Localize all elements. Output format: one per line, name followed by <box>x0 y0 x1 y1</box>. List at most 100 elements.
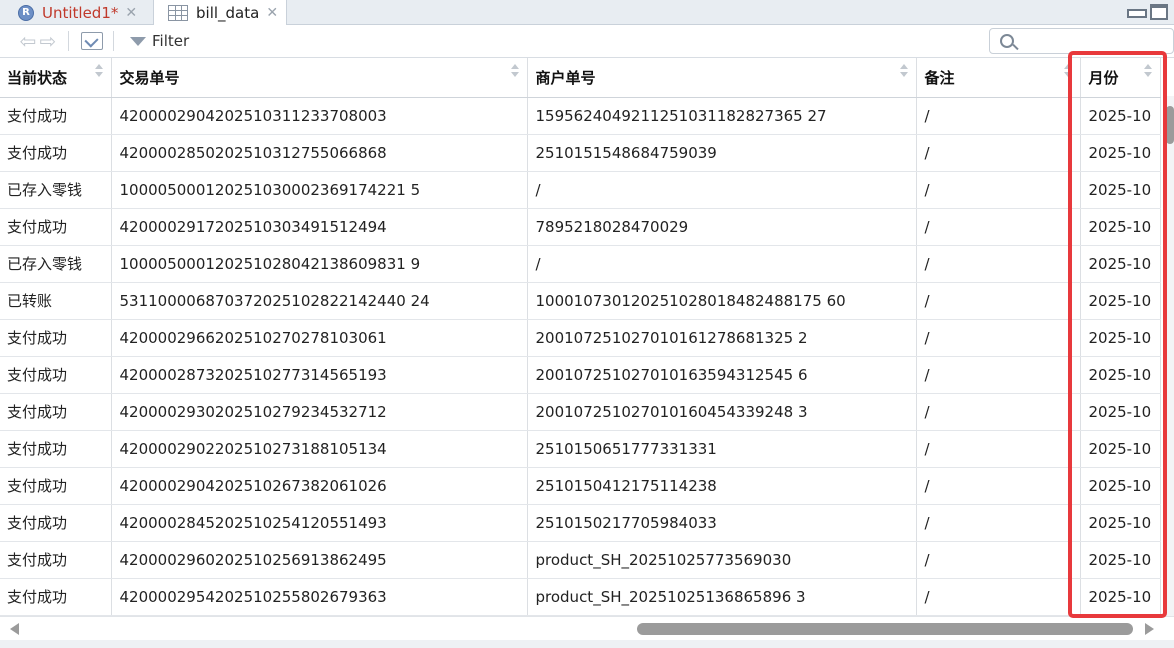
cell-status[interactable]: 支付成功 <box>0 430 112 468</box>
column-header-merchant-id[interactable]: 商户单号 <box>527 58 917 98</box>
back-arrow-icon[interactable]: ⇦ <box>18 29 38 53</box>
cell-merchant-id[interactable]: 1595624049211251031182827365 27 <box>527 97 917 135</box>
close-icon[interactable]: ✕ <box>125 5 137 21</box>
cell-transaction-id[interactable]: 100005000120251030002369174221 5 <box>111 171 528 209</box>
table-row[interactable]: 支付成功 4200002904202510267382061026 25101504… <box>0 467 1161 505</box>
cell-month[interactable]: 2025-10 <box>1080 393 1161 431</box>
table-row[interactable]: 支付成功 4200002845202510254120551493 25101502… <box>0 504 1161 542</box>
cell-transaction-id[interactable]: 100005000120251028042138609831 9 <box>111 245 528 283</box>
cell-month[interactable]: 2025-10 <box>1080 541 1161 579</box>
table-row[interactable]: 支付成功 4200002850202510312755066868 25101515… <box>0 134 1161 172</box>
cell-month[interactable]: 2025-10 <box>1080 208 1161 246</box>
cell-status[interactable]: 支付成功 <box>0 208 112 246</box>
cell-transaction-id[interactable]: 4200002845202510254120551493 <box>111 504 528 542</box>
cell-status[interactable]: 支付成功 <box>0 319 112 357</box>
vertical-scrollbar-thumb[interactable] <box>1166 106 1174 144</box>
horizontal-scrollbar[interactable] <box>0 616 1174 640</box>
cell-merchant-id[interactable]: / <box>527 171 917 209</box>
column-header-note[interactable]: 备注 <box>916 58 1081 98</box>
cell-status[interactable]: 已存入零钱 <box>0 245 112 283</box>
table-row[interactable]: 支付成功 4200002902202510273188105134 25101506… <box>0 430 1161 468</box>
cell-note[interactable]: / <box>916 356 1081 394</box>
cell-month[interactable]: 2025-10 <box>1080 504 1161 542</box>
cell-merchant-id[interactable]: 7895218028470029 <box>527 208 917 246</box>
horizontal-scrollbar-thumb[interactable] <box>637 623 1133 635</box>
cell-merchant-id[interactable]: 100010730120251028018482488175 60 <box>527 282 917 320</box>
forward-arrow-icon[interactable]: ⇨ <box>38 29 58 53</box>
table-row[interactable]: 支付成功 4200002873202510277314565193 20010725… <box>0 356 1161 394</box>
cell-transaction-id[interactable]: 4200002930202510279234532712 <box>111 393 528 431</box>
cell-month[interactable]: 2025-10 <box>1080 430 1161 468</box>
sort-icon[interactable] <box>1063 64 1072 78</box>
maximize-pane-icon[interactable] <box>1150 4 1168 20</box>
cell-note[interactable]: / <box>916 319 1081 357</box>
minimize-pane-icon[interactable] <box>1126 4 1147 20</box>
cell-transaction-id[interactable]: 4200002917202510303491512494 <box>111 208 528 246</box>
cell-month[interactable]: 2025-10 <box>1080 356 1161 394</box>
cell-note[interactable]: / <box>916 245 1081 283</box>
search-input[interactable] <box>1022 31 1167 51</box>
cell-status[interactable]: 支付成功 <box>0 356 112 394</box>
scroll-left-arrow-icon[interactable] <box>10 623 19 635</box>
cell-note[interactable]: / <box>916 282 1081 320</box>
cell-status[interactable]: 支付成功 <box>0 541 112 579</box>
cell-note[interactable]: / <box>916 541 1081 579</box>
close-icon[interactable]: ✕ <box>266 5 278 21</box>
table-row[interactable]: 支付成功 4200002966202510270278103061 20010725… <box>0 319 1161 357</box>
cell-status[interactable]: 支付成功 <box>0 578 112 616</box>
cell-note[interactable]: / <box>916 578 1081 616</box>
sort-icon[interactable] <box>1143 64 1152 78</box>
cell-merchant-id[interactable]: 2510150651777331331 <box>527 430 917 468</box>
filter-button[interactable]: Filter <box>130 32 189 50</box>
scroll-right-arrow-icon[interactable] <box>1145 623 1154 635</box>
cell-month[interactable]: 2025-10 <box>1080 578 1161 616</box>
table-row[interactable]: 已存入零钱 100005000120251028042138609831 9//2… <box>0 245 1161 283</box>
cell-month[interactable]: 2025-10 <box>1080 282 1161 320</box>
cell-month[interactable]: 2025-10 <box>1080 97 1161 135</box>
cell-status[interactable]: 支付成功 <box>0 393 112 431</box>
tab-bill-data[interactable]: bill_data ✕ <box>153 0 287 26</box>
cell-merchant-id[interactable]: 2510150217705984033 <box>527 504 917 542</box>
cell-note[interactable]: / <box>916 430 1081 468</box>
cell-transaction-id[interactable]: 4200002902202510273188105134 <box>111 430 528 468</box>
cell-month[interactable]: 2025-10 <box>1080 171 1161 209</box>
cell-note[interactable]: / <box>916 504 1081 542</box>
cell-transaction-id[interactable]: 4200002954202510255802679363 <box>111 578 528 616</box>
cell-note[interactable]: / <box>916 97 1081 135</box>
cell-merchant-id[interactable]: 2510151548684759039 <box>527 134 917 172</box>
cell-month[interactable]: 2025-10 <box>1080 134 1161 172</box>
cell-status[interactable]: 已存入零钱 <box>0 171 112 209</box>
cell-merchant-id[interactable]: 200107251027010160454339248 3 <box>527 393 917 431</box>
table-row[interactable]: 已存入零钱 100005000120251030002369174221 5//2… <box>0 171 1161 209</box>
cell-merchant-id[interactable]: product_SH_20251025136865896 3 <box>527 578 917 616</box>
cell-transaction-id[interactable]: 4200002850202510312755066868 <box>111 134 528 172</box>
table-row[interactable]: 支付成功 4200002960202510256913862495 product_… <box>0 541 1161 579</box>
cell-transaction-id[interactable]: 4200002960202510256913862495 <box>111 541 528 579</box>
table-row[interactable]: 支付成功 4200002930202510279234532712 20010725… <box>0 393 1161 431</box>
cell-month[interactable]: 2025-10 <box>1080 245 1161 283</box>
table-row[interactable]: 支付成功 4200002904202510311233708003 15956240… <box>0 97 1161 135</box>
cell-transaction-id[interactable]: 4200002873202510277314565193 <box>111 356 528 394</box>
show-in-new-window-icon[interactable] <box>81 32 103 50</box>
cell-status[interactable]: 支付成功 <box>0 467 112 505</box>
table-row[interactable]: 支付成功 4200002917202510303491512494 78952180… <box>0 208 1161 246</box>
cell-merchant-id[interactable]: / <box>527 245 917 283</box>
column-header-transaction-id[interactable]: 交易单号 <box>111 58 528 98</box>
cell-transaction-id[interactable]: 4200002904202510267382061026 <box>111 467 528 505</box>
cell-note[interactable]: / <box>916 393 1081 431</box>
column-header-status[interactable]: 当前状态 <box>0 58 112 98</box>
cell-transaction-id[interactable]: 4200002904202510311233708003 <box>111 97 528 135</box>
cell-transaction-id[interactable]: 4200002966202510270278103061 <box>111 319 528 357</box>
cell-month[interactable]: 2025-10 <box>1080 319 1161 357</box>
column-header-month[interactable]: 月份 <box>1080 58 1161 98</box>
vertical-scrollbar[interactable] <box>1163 96 1174 616</box>
cell-status[interactable]: 支付成功 <box>0 504 112 542</box>
cell-merchant-id[interactable]: product_SH_20251025773569030 <box>527 541 917 579</box>
cell-note[interactable]: / <box>916 134 1081 172</box>
cell-merchant-id[interactable]: 200107251027010163594312545 6 <box>527 356 917 394</box>
sort-icon[interactable] <box>510 64 519 78</box>
cell-note[interactable]: / <box>916 467 1081 505</box>
cell-note[interactable]: / <box>916 208 1081 246</box>
cell-status[interactable]: 支付成功 <box>0 97 112 135</box>
table-row[interactable]: 支付成功 4200002954202510255802679363 product_… <box>0 578 1161 616</box>
